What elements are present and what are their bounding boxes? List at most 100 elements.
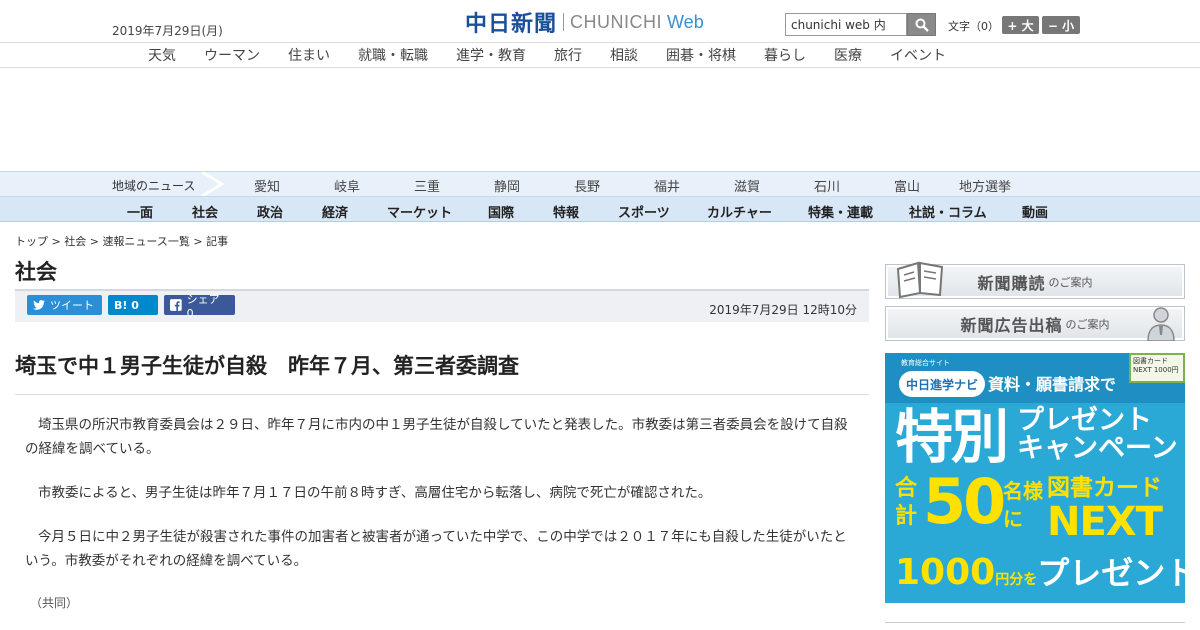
section-title: 社会 [15, 260, 57, 284]
logo-web: Web [667, 11, 704, 32]
promo-people-text: 名様に [1003, 479, 1043, 531]
promo-card-text: 図書カード [1047, 475, 1162, 501]
promo-campaign-word: キャンペーン [1017, 433, 1178, 464]
category-item-jobs[interactable]: 就職・転職 [358, 45, 428, 65]
advertising-banner-main: 新聞広告出稿 [960, 315, 1063, 335]
hatena-label: B! 0 [114, 298, 139, 312]
article-headline: 埼玉で中１男子生徒が自殺 昨年７月、第三者委調査 [15, 350, 869, 395]
facebook-share-label: シェア 0 [186, 292, 220, 320]
category-item-living[interactable]: 暮らし [764, 45, 806, 65]
region-item-toyama[interactable]: 富山 [894, 176, 920, 195]
breadcrumb-top[interactable]: トップ [15, 235, 48, 248]
text-size-down-button[interactable]: − 小 [1042, 16, 1080, 34]
search-button[interactable] [907, 13, 936, 36]
text-size-label: 文字（0） [948, 20, 999, 33]
promo-present-final: プレゼント! [1037, 554, 1185, 592]
promo-number-50: 50 [923, 465, 1006, 538]
article-credit: （共同） [30, 596, 79, 610]
advertising-banner-sub: のご案内 [1065, 317, 1110, 331]
region-item-ishikawa[interactable]: 石川 [814, 176, 840, 195]
main-nav-front-page[interactable]: 一面 [127, 202, 153, 221]
category-item-travel[interactable]: 旅行 [554, 45, 582, 65]
text-size-up-button[interactable]: + 大 [1002, 16, 1039, 34]
region-item-mie[interactable]: 三重 [414, 176, 440, 195]
category-item-events[interactable]: イベント [890, 45, 946, 65]
promo-amount: 1000 [895, 552, 996, 593]
main-nav-video[interactable]: 動画 [1022, 202, 1048, 221]
logo-kanji: 中日新聞 [465, 11, 558, 37]
subscription-banner-main: 新聞購読 [977, 273, 1046, 293]
logo-latin: CHUNICHI [570, 11, 663, 32]
subscription-banner-sub: のご案内 [1048, 275, 1093, 289]
tweet-label: ツイート [50, 299, 94, 312]
category-item-education[interactable]: 進学・教育 [456, 45, 526, 65]
region-nav: 地域のニュース 愛知 岐阜 三重 静岡 長野 福井 滋賀 石川 富山 地方選挙 [0, 171, 1200, 197]
category-item-housing[interactable]: 住まい [288, 45, 330, 65]
article-body: 埼玉県の所沢市教育委員会は２９日、昨年７月に市内の中１男子生徒が自殺していたと発… [25, 413, 860, 593]
region-nav-label: 地域のニュース [112, 179, 196, 193]
breadcrumb-separator: > [189, 235, 207, 248]
promo-logo: 中日進学ナビ [899, 371, 985, 397]
region-item-aichi[interactable]: 愛知 [254, 176, 280, 195]
promo-request-text: 資料・願書請求で [988, 375, 1117, 394]
main-nav-international[interactable]: 国際 [488, 202, 514, 221]
main-nav-economy[interactable]: 経済 [322, 202, 348, 221]
newspaper-icon [896, 261, 944, 299]
region-item-nagano[interactable]: 長野 [574, 176, 600, 195]
breadcrumb-section[interactable]: 社会 [64, 235, 86, 248]
site-header: 2019年7月29日(月) 中日新聞 CHUNICHI Web 文字（0） + … [0, 0, 1200, 42]
main-nav-society[interactable]: 社会 [192, 202, 218, 221]
main-nav-politics[interactable]: 政治 [257, 202, 283, 221]
breadcrumb-news-list[interactable]: 速報ニュース一覧 [102, 235, 189, 248]
region-item-fukui[interactable]: 福井 [654, 176, 680, 195]
promo-next-text: NEXT [1047, 499, 1163, 545]
region-item-shizuoka[interactable]: 静岡 [494, 176, 520, 195]
category-item-weather[interactable]: 天気 [148, 45, 176, 65]
promo-amount-unit: 円分を [995, 572, 1038, 588]
category-item-consult[interactable]: 相談 [610, 45, 638, 65]
category-item-woman[interactable]: ウーマン [204, 45, 260, 65]
category-item-go-shogi[interactable]: 囲碁・将棋 [666, 45, 736, 65]
facebook-icon [170, 299, 182, 311]
region-item-shiga[interactable]: 滋賀 [734, 176, 760, 195]
promo-present-text: プレゼント [1017, 405, 1152, 436]
promo-prize-line: 合計 50 名様に 図書カード NEXT [895, 469, 1175, 545]
region-item-gifu[interactable]: 岐阜 [334, 176, 360, 195]
tweet-button[interactable]: ツイート [27, 295, 102, 315]
subscription-banner[interactable]: 新聞購読 のご案内 [885, 261, 1185, 299]
hatena-bookmark-button[interactable]: B! 0 [108, 295, 158, 315]
site-logo[interactable]: 中日新聞 CHUNICHI Web [465, 9, 704, 37]
main-nav-sports[interactable]: スポーツ [618, 202, 670, 221]
search-input[interactable] [785, 13, 907, 36]
promo-total-text: 合計 [895, 476, 918, 529]
education-campaign-ad[interactable]: 教育総合サイト 中日進学ナビ 資料・願書請求で 図書カードNEXT 1000円 … [885, 353, 1185, 603]
share-bar: ツイート B! 0 シェア 0 2019年7月29日 12時10分 [15, 289, 869, 322]
promo-special-text: 特別 [895, 403, 1009, 471]
region-item-local-elections[interactable]: 地方選挙 [959, 176, 1011, 195]
sidebar-divider [885, 622, 1185, 623]
search-icon [915, 18, 929, 32]
article-paragraph: 今月５日に中２男子生徒が殺害された事件の加害者と被害者が通っていた中学で、この中… [25, 529, 847, 569]
header-date: 2019年7月29日(月) [112, 24, 223, 38]
main-nav-features[interactable]: 特集・連載 [808, 202, 873, 221]
article-paragraph: 埼玉県の所沢市教育委員会は２９日、昨年７月に市内の中１男子生徒が自殺していたと発… [25, 417, 848, 457]
ad-space [0, 68, 1200, 171]
book-card-image: 図書カードNEXT 1000円 [1129, 353, 1185, 383]
category-nav: 天気 ウーマン 住まい 就職・転職 進学・教育 旅行 相談 囲碁・将棋 暮らし … [0, 42, 1200, 68]
main-nav-market[interactable]: マーケット [387, 202, 452, 221]
main-nav-special[interactable]: 特報 [553, 202, 579, 221]
article-paragraph: 市教委によると、男子生徒は昨年７月１７日の午前８時すぎ、高層住宅から転落し、病院… [38, 485, 712, 501]
promo-campaign-text: プレゼント キャンペーン [1017, 407, 1178, 463]
businessman-icon [1147, 307, 1175, 341]
main-nav-culture[interactable]: カルチャー [707, 202, 772, 221]
category-item-medical[interactable]: 医療 [834, 45, 862, 65]
twitter-bird-icon [33, 299, 45, 310]
advertising-banner[interactable]: 新聞広告出稿 のご案内 [885, 306, 1185, 341]
promo-bottom-line: 1000円分をプレゼント! [895, 551, 1185, 602]
main-nav-editorials[interactable]: 社説・コラム [909, 202, 987, 221]
facebook-share-button[interactable]: シェア 0 [164, 293, 235, 320]
logo-divider [563, 13, 565, 31]
main-nav: 一面 社会 政治 経済 マーケット 国際 特報 スポーツ カルチャー 特集・連載… [0, 197, 1200, 222]
breadcrumb-separator: > [48, 235, 65, 248]
chevron-right-icon [201, 172, 224, 196]
